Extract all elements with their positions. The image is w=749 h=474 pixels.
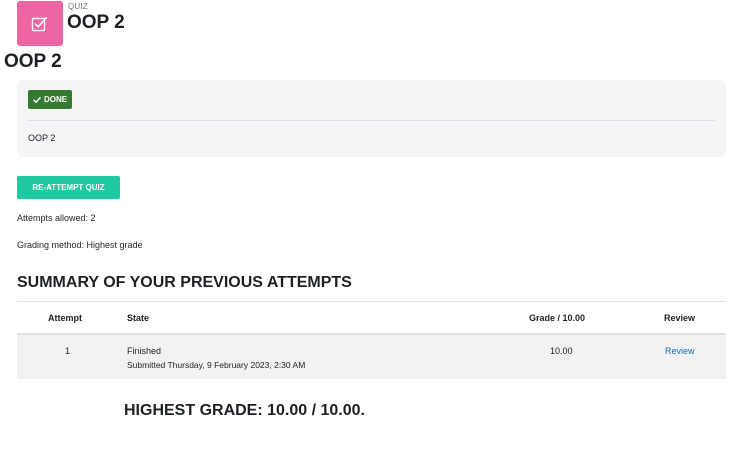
check-icon (33, 96, 41, 103)
checkbox-edit-icon (31, 16, 48, 31)
done-badge: DONE (28, 90, 73, 109)
attempt-submitted-time: Submitted Thursday, 9 February 2023, 2:3… (127, 360, 306, 370)
column-header-review: Review (664, 313, 696, 323)
activity-description: OOP 2 (28, 133, 56, 143)
attempt-state: Finished (127, 346, 162, 356)
column-header-grade: Grade / 10.00 (529, 313, 586, 323)
card-divider (28, 120, 715, 121)
activity-type-label: QUIZ (68, 2, 88, 11)
column-header-state: State (127, 313, 150, 323)
table-row (17, 335, 726, 379)
attempt-grade: 10.00 (550, 346, 573, 356)
heading-divider (17, 301, 726, 302)
column-header-attempt: Attempt (48, 313, 82, 323)
header-title: OOP 2 (67, 12, 125, 33)
grading-method: Grading method: Highest grade (17, 240, 143, 250)
completion-card: DONE OOP 2 (17, 80, 726, 157)
page-title: OOP 2 (4, 51, 62, 72)
attempts-summary-heading: SUMMARY OF YOUR PREVIOUS ATTEMPTS (17, 274, 352, 291)
attempt-number: 1 (65, 346, 71, 356)
done-badge-label: DONE (44, 95, 68, 104)
review-link[interactable]: Review (665, 346, 695, 356)
quiz-activity-icon (17, 1, 63, 46)
reattempt-quiz-button[interactable]: RE-ATTEMPT QUIZ (17, 176, 120, 199)
attempts-allowed: Attempts allowed: 2 (17, 213, 96, 223)
highest-grade: HIGHEST GRADE: 10.00 / 10.00. (124, 402, 365, 419)
